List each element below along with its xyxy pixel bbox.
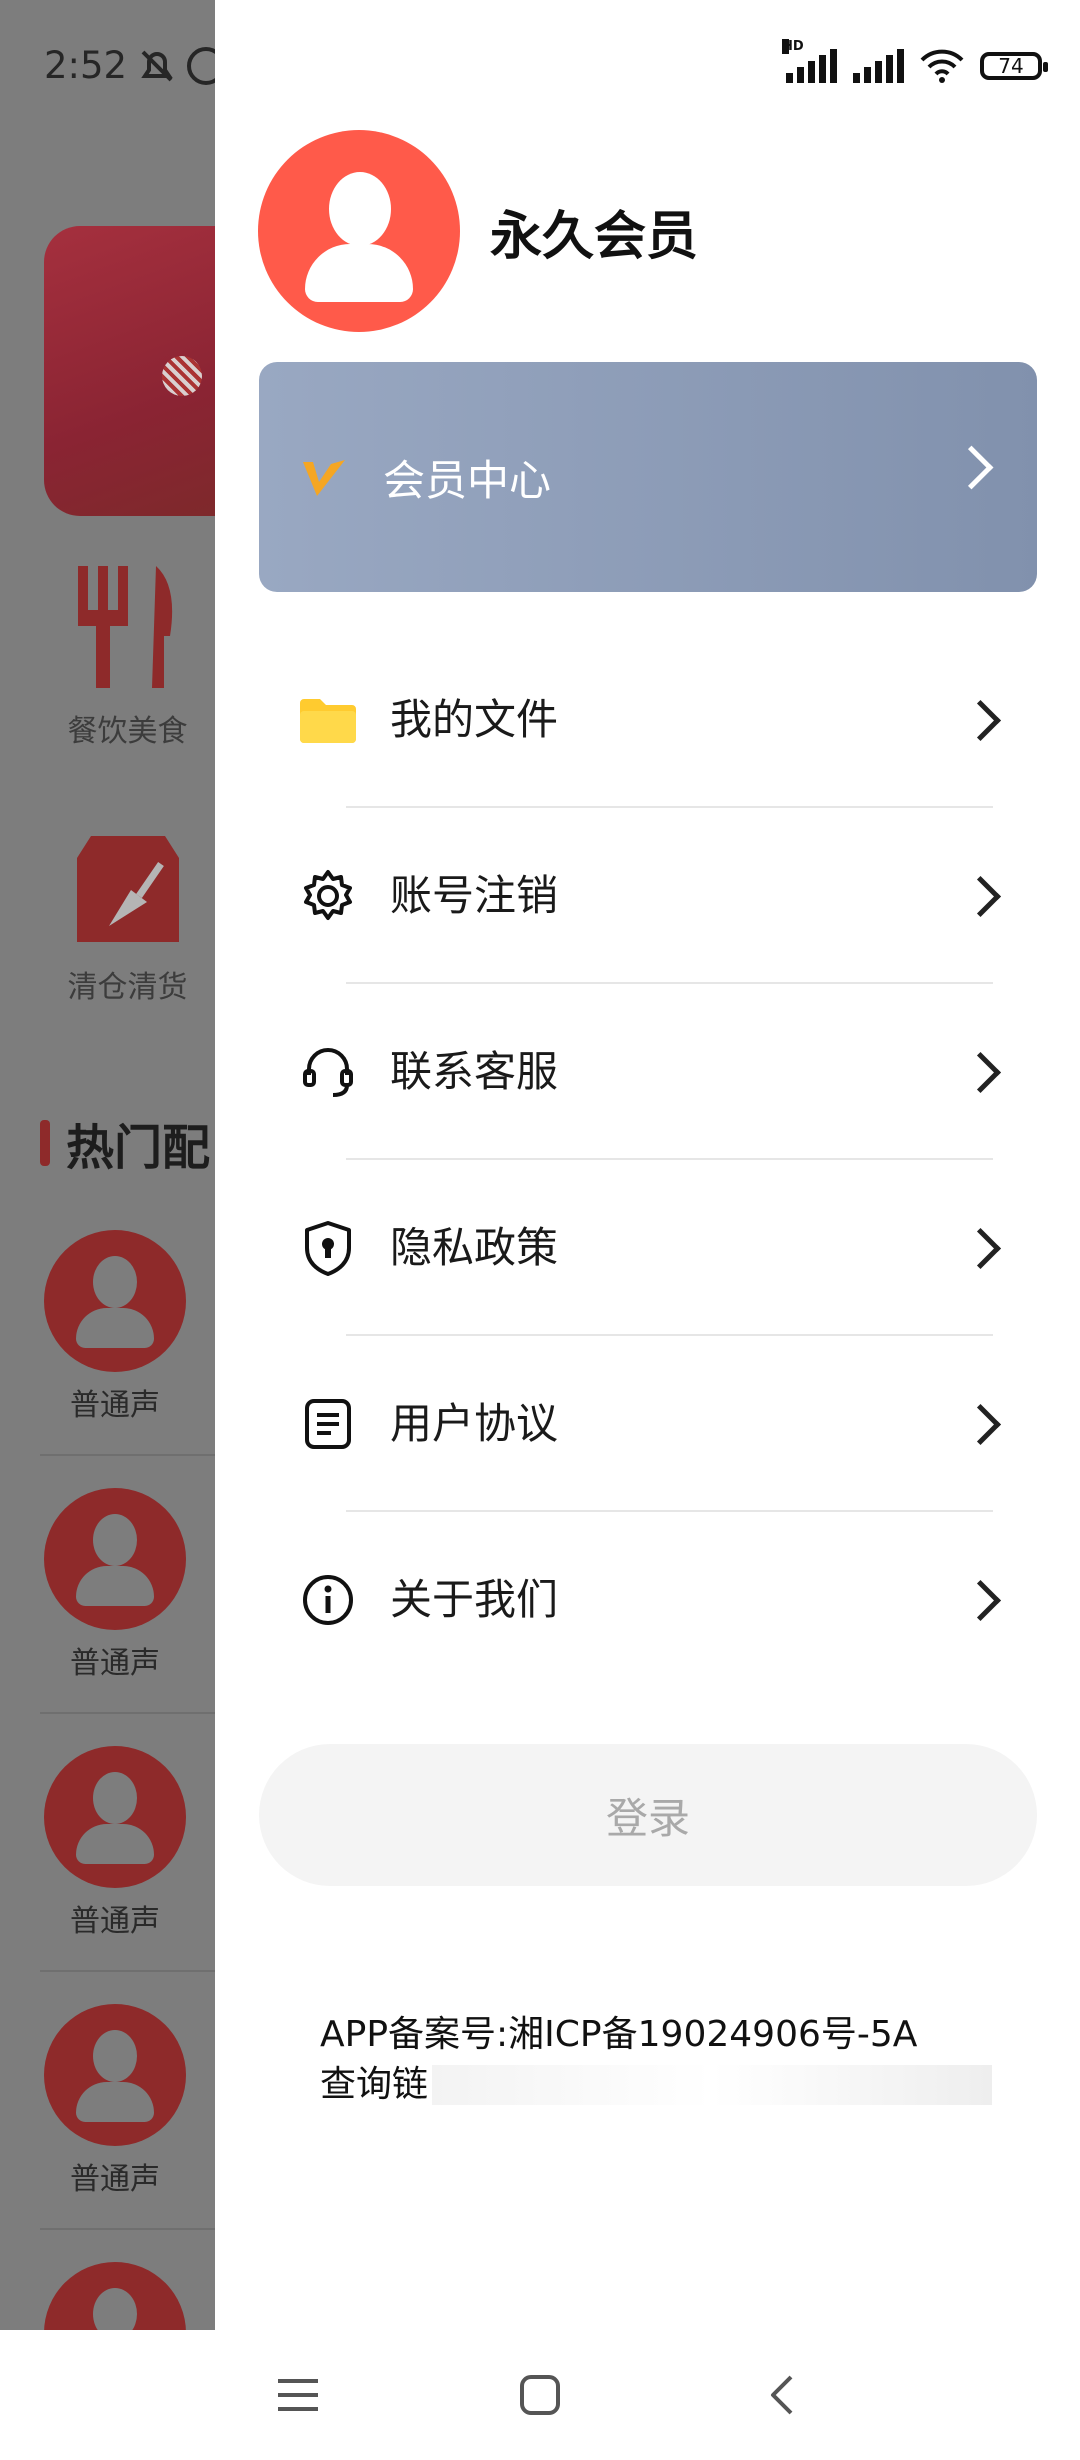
background-list-item: 普通声 <box>40 1746 230 1972</box>
avatar <box>44 1230 186 1372</box>
chevron-right-icon <box>959 875 1002 918</box>
background-category-dining: 餐饮美食 <box>40 562 215 750</box>
square-home-icon <box>520 2375 560 2415</box>
redacted-text <box>432 2065 993 2105</box>
avatar <box>44 1746 186 1888</box>
back-arrow-icon <box>771 2375 793 2415</box>
navigation-drawer: HD 74 永久会员 会员中心 我的文件 账号注销 联系客服 隐私政策 用户协议… <box>215 0 1080 2330</box>
avatar <box>44 1488 186 1630</box>
vip-center-card[interactable]: 会员中心 <box>259 362 1037 592</box>
chevron-right-icon <box>959 1403 1002 1446</box>
fork-knife-icon <box>77 566 172 688</box>
profile-header[interactable]: 永久会员 <box>258 130 698 332</box>
background-list-item: 普通声 <box>40 1488 230 1714</box>
vip-center-label: 会员中心 <box>383 455 552 505</box>
menu-item-about-us[interactable]: 关于我们 <box>215 1512 1080 1688</box>
background-section-title: 热门配 <box>40 1108 210 1178</box>
cellular-signal-icon: HD <box>782 39 837 83</box>
headset-icon <box>298 1042 358 1102</box>
battery-icon: 74 <box>980 52 1048 80</box>
background-list-item: 普通声 <box>40 2004 230 2230</box>
login-button[interactable]: 登录 <box>259 1744 1037 1886</box>
vip-logo-icon <box>303 460 345 496</box>
menu-button[interactable] <box>258 2360 338 2430</box>
wifi-icon <box>920 49 964 83</box>
menu-item-privacy-policy[interactable]: 隐私政策 <box>215 1160 1080 1336</box>
chevron-right-icon <box>949 445 994 490</box>
info-icon <box>298 1570 358 1630</box>
background-category-clearance: 清仓清货 <box>40 830 215 1006</box>
background-list-item: 普通声 <box>40 1230 230 1456</box>
avatar <box>44 2004 186 2146</box>
menu-item-account-deletion[interactable]: 账号注销 <box>215 808 1080 984</box>
status-bar-right: HD 74 <box>782 39 1048 84</box>
user-name: 永久会员 <box>490 206 699 267</box>
menu-item-user-agreement[interactable]: 用户协议 <box>215 1336 1080 1512</box>
chevron-right-icon <box>959 1227 1002 1270</box>
mute-bell-icon <box>141 50 173 81</box>
icp-query-link[interactable]: 查询链 <box>320 2060 428 2110</box>
avatar[interactable] <box>258 130 460 332</box>
box-broom-icon <box>76 836 179 942</box>
menu-item-my-files[interactable]: 我的文件 <box>215 632 1080 808</box>
shield-icon <box>298 1218 358 1278</box>
hamburger-icon <box>278 2379 318 2411</box>
document-icon <box>298 1394 358 1454</box>
drawer-menu: 我的文件 账号注销 联系客服 隐私政策 用户协议 关于我们 <box>215 632 1080 1688</box>
menu-item-contact-support[interactable]: 联系客服 <box>215 984 1080 1160</box>
gear-icon <box>298 866 358 926</box>
icp-record-text: APP备案号:湘ICP备19024906号-5A 查询链 <box>320 2010 1040 2110</box>
cellular-signal-icon <box>853 49 904 83</box>
status-time: 2:52 <box>44 44 128 87</box>
chevron-right-icon <box>959 1051 1002 1094</box>
background-status-bar: 2:52 <box>44 44 226 87</box>
chevron-right-icon <box>959 699 1002 742</box>
folder-icon <box>298 690 358 750</box>
icp-record-number: APP备案号:湘ICP备19024906号-5A <box>320 2014 918 2055</box>
chevron-right-icon <box>959 1579 1002 1622</box>
system-navigation-bar <box>0 2330 1080 2460</box>
home-button[interactable] <box>500 2360 580 2430</box>
back-button[interactable] <box>742 2360 822 2430</box>
